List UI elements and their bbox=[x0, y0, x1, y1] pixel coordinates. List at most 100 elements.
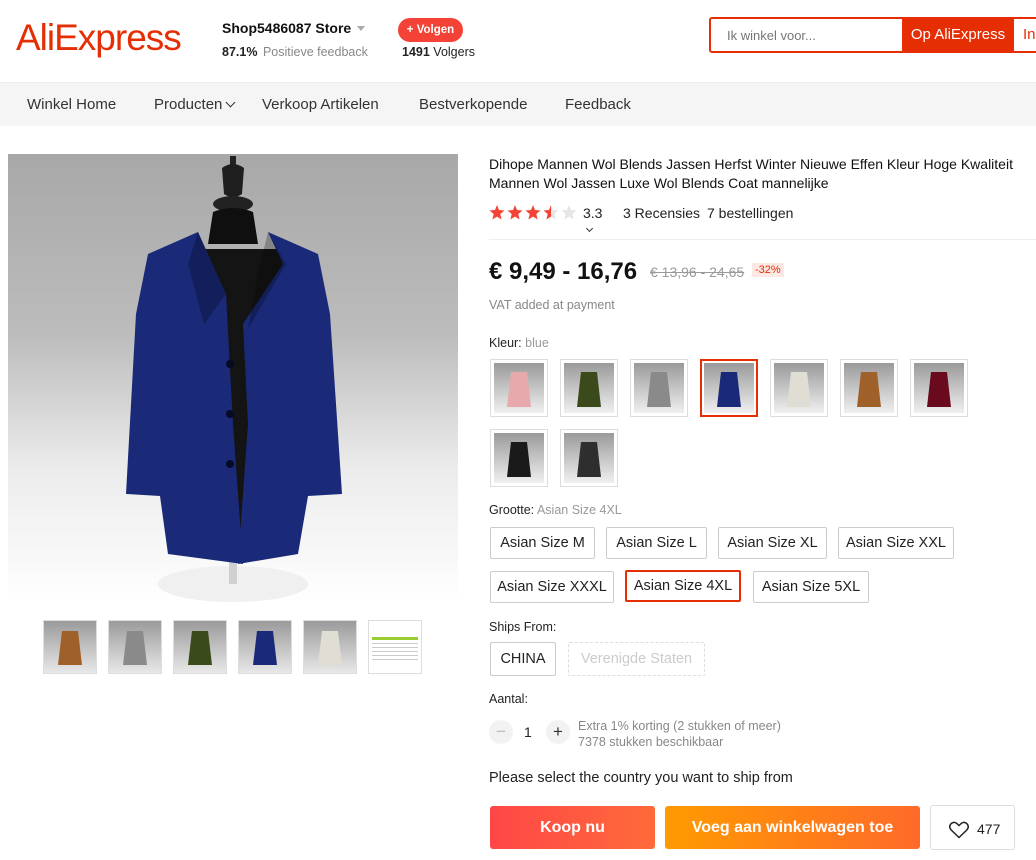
quantity-value[interactable]: 1 bbox=[524, 724, 532, 740]
swatch-coat-shape bbox=[577, 372, 601, 407]
quantity-label: Aantal: bbox=[489, 692, 528, 706]
wishlist-button[interactable]: 477 bbox=[930, 805, 1015, 850]
main-product-image[interactable] bbox=[8, 154, 458, 604]
vat-note: VAT added at payment bbox=[489, 298, 615, 312]
size-option-xxl[interactable]: Asian Size XXL bbox=[838, 527, 954, 559]
thumbnail-camel[interactable] bbox=[43, 620, 97, 674]
rating-number[interactable]: 3.3 bbox=[583, 205, 602, 221]
color-swatch-wine-red[interactable] bbox=[910, 359, 968, 417]
add-to-cart-button[interactable]: Voeg aan winkelwagen toe bbox=[665, 806, 920, 849]
swatch-coat-graphic bbox=[577, 442, 601, 477]
feedback-percent: 87.1% bbox=[222, 45, 258, 59]
quantity-decrease-button[interactable]: − bbox=[489, 720, 513, 744]
swatch-coat-shape bbox=[647, 372, 671, 407]
coat-thumbnail-image bbox=[188, 631, 212, 665]
size-label: Grootte: Asian Size 4XL bbox=[489, 503, 622, 517]
ship-from-china[interactable]: CHINA bbox=[490, 642, 556, 676]
aliexpress-logo[interactable]: AliExpress bbox=[16, 17, 182, 59]
store-name-block[interactable]: Shop5486087 Store bbox=[222, 20, 366, 38]
buy-now-button[interactable]: Koop nu bbox=[490, 806, 655, 849]
swatch-coat-image bbox=[564, 433, 614, 483]
orders-count: 7 bestellingen bbox=[707, 205, 794, 221]
search-input[interactable] bbox=[711, 19, 902, 51]
thumbnail-gray[interactable] bbox=[108, 620, 162, 674]
swatch-coat-image bbox=[704, 363, 754, 413]
nav-products[interactable]: Producten bbox=[154, 96, 236, 113]
color-selected-value: blue bbox=[525, 336, 549, 350]
nav-store-home[interactable]: Winkel Home bbox=[27, 96, 116, 113]
color-swatch-army-green[interactable] bbox=[560, 359, 618, 417]
swatch-coat-image bbox=[564, 363, 614, 413]
swatch-coat-image bbox=[844, 363, 894, 413]
current-price: € 9,49 - 16,76 bbox=[489, 258, 638, 285]
top-header: AliExpress Shop5486087 Store 87.1% Posit… bbox=[0, 0, 1036, 80]
swatch-coat-graphic bbox=[507, 372, 531, 407]
nav-bestsellers[interactable]: Bestverkopende bbox=[419, 96, 527, 113]
coat-thumbnail-image bbox=[318, 631, 342, 665]
swatch-coat-image bbox=[494, 433, 544, 483]
swatch-coat-shape bbox=[857, 372, 881, 407]
wishlist-count: 477 bbox=[977, 821, 1001, 837]
follow-button[interactable]: + Volgen bbox=[398, 18, 463, 42]
coat-on-mannequin-image bbox=[126, 156, 342, 602]
followers-count: 1491 Volgers bbox=[402, 45, 475, 59]
swatch-coat-shape bbox=[927, 372, 951, 407]
size-option-l[interactable]: Asian Size L bbox=[606, 527, 707, 559]
swatch-coat-shape bbox=[717, 372, 741, 407]
color-label-text: Kleur: bbox=[489, 336, 522, 350]
followers-label: Volgers bbox=[433, 45, 475, 59]
swatch-coat-graphic bbox=[647, 372, 671, 407]
search-bar: Op AliExpress In bbox=[709, 17, 1036, 53]
ship-from-usa: Verenigde Staten bbox=[568, 642, 705, 676]
swatch-coat-graphic bbox=[577, 372, 601, 407]
swatch-coat-graphic bbox=[787, 372, 811, 407]
color-swatch-dark-gray[interactable] bbox=[560, 429, 618, 487]
swatch-coat-graphic bbox=[927, 372, 951, 407]
coat-thumbnail-image bbox=[253, 631, 277, 665]
color-swatch-camel[interactable] bbox=[840, 359, 898, 417]
thumbnail-white[interactable] bbox=[303, 620, 357, 674]
search-store-button[interactable]: In bbox=[1015, 19, 1036, 51]
size-option-xl[interactable]: Asian Size XL bbox=[718, 527, 827, 559]
color-swatch-gray[interactable] bbox=[630, 359, 688, 417]
coat-thumbnail-image bbox=[123, 631, 147, 665]
reviews-link[interactable]: 3 Recensies bbox=[623, 205, 700, 221]
store-name[interactable]: Shop5486087 Store bbox=[222, 20, 351, 36]
nav-feedback[interactable]: Feedback bbox=[565, 96, 631, 113]
chevron-down-icon[interactable] bbox=[585, 224, 594, 233]
stock-available-note: 7378 stukken beschikbaar bbox=[578, 735, 724, 749]
heart-icon bbox=[949, 821, 969, 839]
size-selected-value: Asian Size 4XL bbox=[536, 503, 622, 517]
size-option-4xl[interactable]: Asian Size 4XL bbox=[625, 570, 741, 602]
quantity-increase-button[interactable]: + bbox=[546, 720, 570, 744]
ships-from-label: Ships From: bbox=[489, 620, 557, 634]
product-title: Dihope Mannen Wol Blends Jassen Herfst W… bbox=[489, 156, 1013, 191]
color-swatch-pink[interactable] bbox=[490, 359, 548, 417]
quantity-note: Extra 1% korting (2 stukken of meer) 737… bbox=[578, 718, 781, 750]
thumbnail-size-chart[interactable] bbox=[368, 620, 422, 674]
color-swatch-blue[interactable] bbox=[700, 359, 758, 417]
rating-value[interactable]: 3.3 bbox=[583, 205, 602, 237]
color-swatch-white[interactable] bbox=[770, 359, 828, 417]
thumbnail-blue[interactable] bbox=[238, 620, 292, 674]
swatch-coat-image bbox=[634, 363, 684, 413]
nav-sale-items[interactable]: Verkoop Artikelen bbox=[262, 96, 379, 113]
shipping-country-message: Please select the country you want to sh… bbox=[489, 770, 793, 786]
nav-products-label[interactable]: Producten bbox=[154, 96, 222, 113]
swatch-coat-image bbox=[914, 363, 964, 413]
chevron-down-icon[interactable] bbox=[225, 97, 236, 108]
size-option-xxxl[interactable]: Asian Size XXXL bbox=[490, 571, 614, 603]
feedback-label: Positieve feedback bbox=[262, 45, 368, 59]
size-option-m[interactable]: Asian Size M bbox=[490, 527, 595, 559]
size-option-5xl[interactable]: Asian Size 5XL bbox=[753, 571, 869, 603]
swatch-coat-shape bbox=[507, 442, 531, 477]
coat-thumbnail-image bbox=[58, 631, 82, 665]
color-swatch-black[interactable] bbox=[490, 429, 548, 487]
color-label: Kleur: blue bbox=[489, 336, 549, 350]
search-aliexpress-button[interactable]: Op AliExpress bbox=[902, 17, 1014, 53]
thumbnail-army-green[interactable] bbox=[173, 620, 227, 674]
caret-down-icon[interactable] bbox=[357, 26, 366, 32]
bulk-discount-note: Extra 1% korting (2 stukken of meer) bbox=[578, 719, 781, 733]
swatch-coat-shape bbox=[507, 372, 531, 407]
swatch-coat-graphic bbox=[507, 442, 531, 477]
